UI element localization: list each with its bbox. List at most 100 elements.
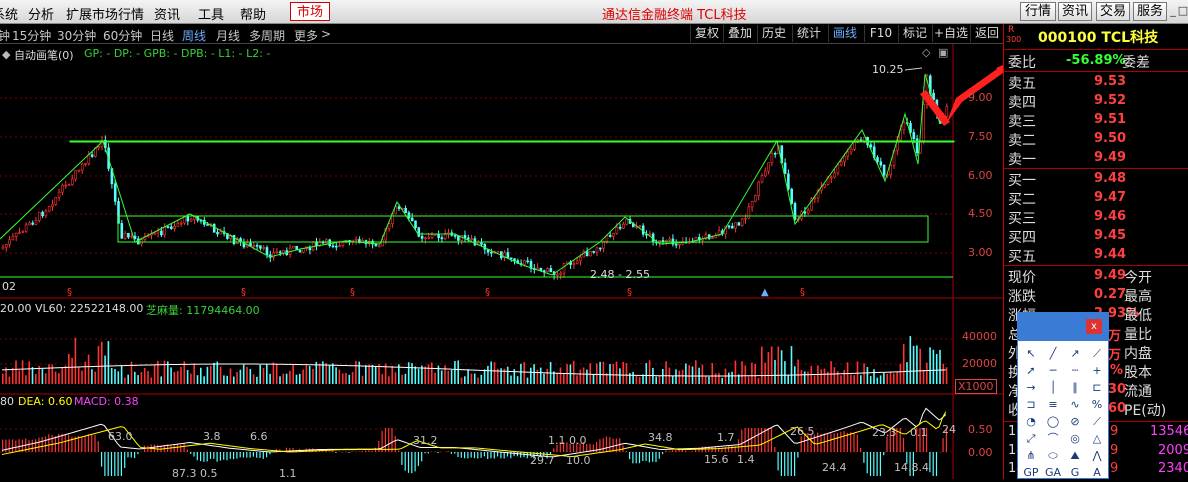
tool-add-watchlist[interactable]: +自选: [932, 25, 969, 42]
candle: [527, 261, 529, 262]
draw-slope-icon[interactable]: ⟋: [1088, 413, 1106, 431]
maximize-icon[interactable]: □: [1177, 2, 1188, 20]
palette-header[interactable]: x: [1018, 313, 1108, 341]
event-mark[interactable]: §: [627, 287, 632, 298]
ask-price[interactable]: 9.51: [1094, 112, 1126, 127]
volume-bar: [276, 364, 278, 384]
period-minute[interactable]: 分钟: [0, 27, 10, 44]
period-60min[interactable]: 60分钟: [103, 27, 142, 44]
draw-hline-icon[interactable]: ─: [1044, 362, 1062, 380]
draw-circle-icon[interactable]: ◯: [1044, 413, 1062, 431]
period-15min[interactable]: 15分钟: [12, 27, 51, 44]
tool-statistics[interactable]: 统计: [792, 25, 825, 42]
drawing-tool-palette[interactable]: x ↖╱↗⟋➚─┄+→│∥⊏⊐≡∿%◔◯⊘⟋⤢⌒◎△⋔⬭⛰⋀GPGAGA: [1017, 312, 1109, 479]
tool-history[interactable]: 历史: [757, 25, 790, 42]
volume-bar: [187, 370, 189, 384]
draw-GA-icon[interactable]: GA: [1044, 464, 1062, 482]
draw-G-icon[interactable]: G: [1066, 464, 1084, 482]
bid-price[interactable]: 9.44: [1094, 247, 1126, 262]
draw-wave-icon[interactable]: ∿: [1066, 396, 1084, 414]
chevron-right-icon[interactable]: >: [321, 27, 331, 41]
draw-mountain-icon[interactable]: ⛰: [1066, 447, 1084, 465]
draw-channel2-icon[interactable]: ⊐: [1022, 396, 1040, 414]
draw-vline-icon[interactable]: │: [1044, 379, 1062, 397]
draw-slope2-icon[interactable]: ⤢: [1022, 430, 1040, 448]
tool-draw-line[interactable]: 画线: [828, 25, 861, 42]
period-weekly[interactable]: 周线: [182, 27, 206, 44]
period-multi[interactable]: 多周期: [249, 27, 285, 44]
menu-news[interactable]: 资讯: [154, 4, 180, 23]
period-more[interactable]: 更多: [294, 27, 318, 44]
period-monthly[interactable]: 月线: [216, 27, 240, 44]
menu-system[interactable]: 系统: [0, 4, 18, 23]
ask-price[interactable]: 9.53: [1094, 74, 1126, 89]
macd-bar: [787, 452, 788, 476]
trade-button[interactable]: 交易: [1096, 2, 1130, 21]
draw-spiral-icon[interactable]: ◎: [1066, 430, 1084, 448]
draw-arc-icon[interactable]: ⌒: [1044, 430, 1062, 448]
draw-triangle-icon[interactable]: △: [1088, 430, 1106, 448]
draw-percent-icon[interactable]: %: [1088, 396, 1106, 414]
draw-ray-icon[interactable]: ↗: [1066, 345, 1084, 363]
tool-f10[interactable]: F10: [864, 25, 897, 42]
event-mark[interactable]: §: [241, 287, 246, 298]
event-mark[interactable]: §: [350, 287, 355, 298]
event-mark[interactable]: ▲: [761, 287, 769, 298]
draw-select-icon[interactable]: ↖: [1022, 345, 1040, 363]
window-toggle-icon[interactable]: ▣: [938, 46, 948, 59]
market-button[interactable]: 市场: [290, 2, 330, 21]
menu-help[interactable]: 帮助: [240, 4, 266, 23]
draw-fib-icon[interactable]: ≡: [1044, 396, 1062, 414]
draw-zigzag-icon[interactable]: ⋀: [1088, 447, 1106, 465]
tool-back[interactable]: 返回: [970, 25, 1003, 42]
candle: [424, 238, 426, 239]
draw-text-icon[interactable]: A: [1088, 464, 1106, 482]
ask-price[interactable]: 9.50: [1094, 131, 1126, 146]
volume-bar: [15, 361, 17, 384]
period-30min[interactable]: 30分钟: [57, 27, 96, 44]
news-button[interactable]: 资讯: [1058, 2, 1092, 21]
volume-bar: [296, 375, 298, 384]
draw-parallel-icon[interactable]: ∥: [1066, 379, 1084, 397]
event-mark[interactable]: §: [485, 287, 490, 298]
bid-price[interactable]: 9.48: [1094, 171, 1126, 186]
volume-bar: [523, 362, 525, 384]
menu-extended-market[interactable]: 扩展市场行情: [66, 4, 144, 23]
ask-price[interactable]: 9.52: [1094, 93, 1126, 108]
draw-arrow-icon[interactable]: ➚: [1022, 362, 1040, 380]
tool-mark[interactable]: 标记: [898, 25, 931, 42]
draw-GP-icon[interactable]: GP: [1022, 464, 1040, 482]
period-daily[interactable]: 日线: [150, 27, 174, 44]
draw-arrow-line-icon[interactable]: →: [1022, 379, 1040, 397]
quote-button[interactable]: 行情: [1020, 2, 1056, 21]
menu-tools[interactable]: 工具: [198, 4, 224, 23]
draw-fan-icon[interactable]: ⋔: [1022, 447, 1040, 465]
tool-overlay[interactable]: 叠加: [723, 25, 756, 42]
draw-ellipse-icon[interactable]: ⬭: [1044, 447, 1062, 465]
close-icon[interactable]: x: [1086, 319, 1102, 334]
tool-adjust[interactable]: 复权: [690, 25, 723, 42]
bid-price[interactable]: 9.47: [1094, 190, 1126, 205]
bid-price[interactable]: 9.46: [1094, 209, 1126, 224]
ask-price[interactable]: 9.49: [1094, 150, 1126, 165]
diamond-icon[interactable]: ◇: [922, 46, 930, 59]
event-mark[interactable]: §: [67, 287, 72, 298]
service-button[interactable]: 服务: [1133, 2, 1167, 21]
event-mark[interactable]: §: [800, 287, 805, 298]
bid-price[interactable]: 9.45: [1094, 228, 1126, 243]
volume-bar: [910, 336, 912, 384]
draw-line-icon[interactable]: ╱: [1044, 345, 1062, 363]
draw-segment-icon[interactable]: ⟋: [1088, 345, 1106, 363]
menu-analysis[interactable]: 分析: [28, 4, 54, 23]
indicator-label[interactable]: 自动画笔(0): [14, 47, 74, 63]
chart-area[interactable]: [0, 44, 1003, 479]
candle: [180, 223, 182, 224]
draw-circle-sector-icon[interactable]: ◔: [1022, 413, 1040, 431]
macd-bar: [652, 452, 653, 462]
draw-cross-line-icon[interactable]: +: [1088, 362, 1106, 380]
pane-toggle-icon[interactable]: ◆: [2, 48, 10, 61]
draw-no-icon[interactable]: ⊘: [1066, 413, 1084, 431]
volume-bar: [68, 354, 70, 384]
draw-channel-icon[interactable]: ⊏: [1088, 379, 1106, 397]
draw-dot-line-icon[interactable]: ┄: [1066, 362, 1084, 380]
